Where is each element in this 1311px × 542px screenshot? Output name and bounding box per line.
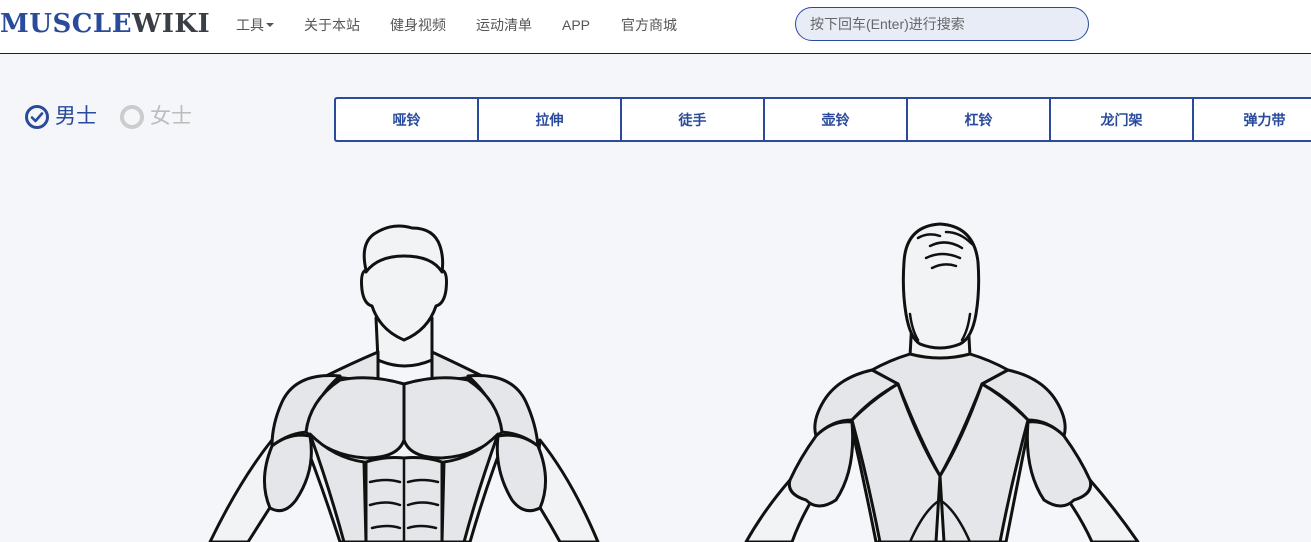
muscle-triceps-right[interactable] xyxy=(1025,420,1093,508)
muscle-biceps-right[interactable] xyxy=(495,433,548,513)
body-diagrams xyxy=(208,222,1140,542)
front-body-diagram xyxy=(208,224,600,542)
muscle-triceps-left[interactable] xyxy=(787,420,855,508)
back-body-diagram xyxy=(744,222,1140,542)
muscle-biceps-left[interactable] xyxy=(262,433,313,513)
